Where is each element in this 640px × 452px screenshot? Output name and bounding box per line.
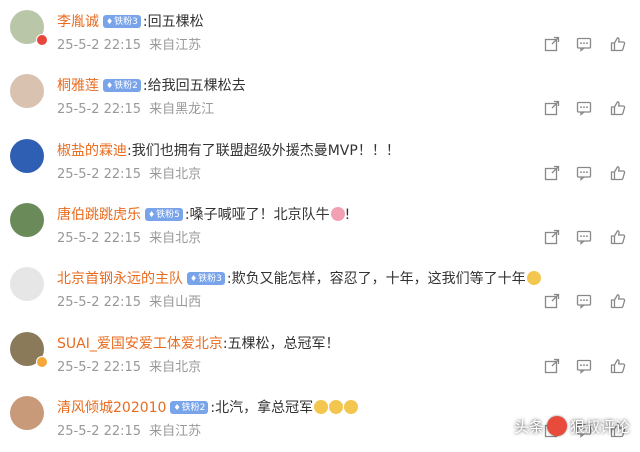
avatar[interactable] [10, 74, 44, 109]
comment-item: SUAI_爱国安爱工体爱北京:五棵松，总冠军！ 25-5-2 22:15 来自北京 [0, 324, 640, 388]
comment-actions [544, 165, 640, 181]
thumbs-up-icon[interactable] [610, 100, 626, 116]
username[interactable]: 椒盐的霖迪 [57, 143, 127, 159]
share-icon[interactable] [544, 358, 560, 374]
comment-meta: 25-5-2 22:15 来自山西 [57, 294, 201, 312]
share-icon[interactable] [544, 36, 560, 52]
diamond-icon: ♦ [106, 17, 114, 26]
comment-icon[interactable] [576, 100, 592, 117]
fan-badge: ♦铁粉2 [103, 79, 141, 93]
comment-line: 唐伯跳跳虎乐 ♦铁粉5:嗓子喊哑了！北京队牛! [57, 206, 351, 223]
avatar[interactable] [10, 267, 44, 302]
thumbs-up-icon[interactable] [610, 293, 626, 309]
watermark-platform: 头条 [513, 418, 544, 436]
comment-actions [544, 100, 640, 117]
comment-date: 25-5-2 22:15 [57, 166, 142, 182]
comment-meta: 25-5-2 22:15 来自江苏 [57, 37, 201, 55]
fan-badge: ♦铁粉2 [170, 400, 209, 414]
comment-item: 北京首钢永远的主队 ♦铁粉3:欺负又能怎样，容忍了，十年，这我们等了十年 25-5-… [0, 259, 640, 323]
comment-item: 唐伯跳跳虎乐 ♦铁粉5:嗓子喊哑了！北京队牛! 25-5-2 22:15 来自北京 [0, 195, 640, 259]
comment-line: 北京首钢永远的主队 ♦铁粉3:欺负又能怎样，容忍了，十年，这我们等了十年 [57, 269, 541, 289]
comment-actions [544, 358, 640, 374]
comment-date: 25-5-2 22:15 [57, 359, 142, 375]
comment-text: :嗓子喊哑了！北京队牛 [184, 206, 330, 223]
verified-badge-icon [36, 355, 48, 368]
comment-location: 来自江苏 [149, 38, 202, 53]
comment-item: 桐雅莲 ♦铁粉2:给我回五棵松去 25-5-2 22:15 来自黑龙江 [0, 66, 640, 130]
username[interactable]: SUAI_爱国安爱工体爱北京 [57, 336, 223, 352]
comment-date: 25-5-2 22:15 [57, 230, 142, 246]
avatar[interactable] [10, 138, 44, 173]
comment-location: 来自北京 [149, 359, 202, 375]
diamond-icon: ♦ [173, 402, 181, 412]
avatar[interactable] [10, 395, 44, 430]
comment-meta: 25-5-2 22:15 来自北京 [57, 166, 201, 184]
username[interactable]: 清风倾城202010 [57, 400, 166, 416]
verified-badge-icon [36, 34, 48, 46]
share-icon[interactable] [544, 293, 560, 309]
comment-date: 25-5-2 22:15 [57, 295, 142, 311]
emoji-icon [314, 399, 329, 414]
diamond-icon: ♦ [106, 81, 114, 91]
comment-text: :欺负又能怎样，容忍了，十年，这我们等了十年 [226, 271, 526, 288]
comment-line: SUAI_爱国安爱工体爱北京:五棵松，总冠军！ [57, 334, 340, 354]
share-icon[interactable] [544, 165, 560, 181]
thumbs-up-icon[interactable] [610, 229, 626, 245]
comment-text: :给我回五棵松去 [142, 78, 246, 95]
comment-location: 来自北京 [149, 166, 202, 182]
comment-location: 来自黑龙江 [149, 102, 215, 118]
comment-text: :北汽，拿总冠军 [210, 399, 314, 416]
comment-date: 25-5-2 22:15 [57, 102, 142, 118]
comment-meta: 25-5-2 22:15 来自北京 [57, 230, 201, 248]
emoji-icon [526, 271, 541, 286]
comment-icon[interactable] [576, 229, 592, 245]
comment-text: :五棵松，总冠军！ [222, 335, 340, 352]
username[interactable]: 北京首钢永远的主队 [57, 271, 183, 287]
comment-icon[interactable] [576, 293, 592, 310]
comment-meta: 25-5-2 22:15 来自江苏 [57, 423, 201, 441]
thumbs-up-icon[interactable] [610, 36, 626, 52]
fan-badge: ♦铁粉5 [145, 207, 183, 221]
comment-line: 李胤诚 ♦铁粉3:回五棵松 [57, 12, 204, 32]
comment-line: 清风倾城202010 ♦铁粉2:北汽，拿总冠军 [57, 398, 359, 418]
comment-location: 来自江苏 [149, 423, 202, 439]
emoji-icon [344, 399, 359, 414]
comment-actions [544, 229, 640, 245]
comment-icon[interactable] [576, 358, 592, 374]
comment-item: 李胤诚 ♦铁粉3:回五棵松 25-5-2 22:15 来自江苏 [0, 2, 640, 66]
comment-meta: 25-5-2 22:15 来自北京 [57, 359, 201, 377]
comment-icon[interactable] [576, 36, 592, 52]
comment-actions [544, 293, 640, 310]
diamond-icon: ♦ [190, 274, 198, 284]
comment-meta: 25-5-2 22:15 来自黑龙江 [57, 101, 214, 119]
watermark-logo-icon [546, 416, 567, 436]
comment-line: 桐雅莲 ♦铁粉2:给我回五棵松去 [57, 76, 246, 96]
thumbs-up-icon[interactable] [610, 358, 626, 374]
comment-location: 来自山西 [149, 295, 202, 311]
diamond-icon: ♦ [148, 209, 156, 219]
username[interactable]: 李胤诚 [57, 14, 99, 30]
comment-date: 25-5-2 22:15 [57, 423, 142, 439]
comment-text: :回五棵松 [142, 14, 204, 30]
thumbs-up-icon[interactable] [610, 165, 626, 181]
comment-text: :我们也拥有了联盟超级外援杰曼MVP！！！ [127, 142, 400, 159]
fan-badge: ♦铁粉3 [103, 15, 141, 28]
emoji-icon [329, 399, 344, 414]
username[interactable]: 桐雅莲 [57, 78, 99, 94]
comment-date: 25-5-2 22:15 [57, 38, 142, 53]
comment-icon[interactable] [576, 165, 592, 181]
share-icon[interactable] [544, 100, 560, 116]
watermark: 头条 狠叔评论 [514, 414, 630, 440]
fan-badge: ♦铁粉3 [187, 272, 225, 286]
emoji-icon [330, 206, 345, 221]
comment-line: 椒盐的霖迪:我们也拥有了联盟超级外援杰曼MVP！！！ [57, 141, 400, 161]
avatar[interactable] [10, 202, 44, 237]
comment-location: 来自北京 [149, 230, 202, 246]
username[interactable]: 唐伯跳跳虎乐 [57, 207, 141, 223]
comment-item: 椒盐的霖迪:我们也拥有了联盟超级外援杰曼MVP！！！ 25-5-2 22:15 来自… [0, 131, 640, 195]
comment-actions [544, 36, 640, 52]
watermark-account: 狠叔评论 [569, 418, 630, 436]
share-icon[interactable] [544, 229, 560, 245]
